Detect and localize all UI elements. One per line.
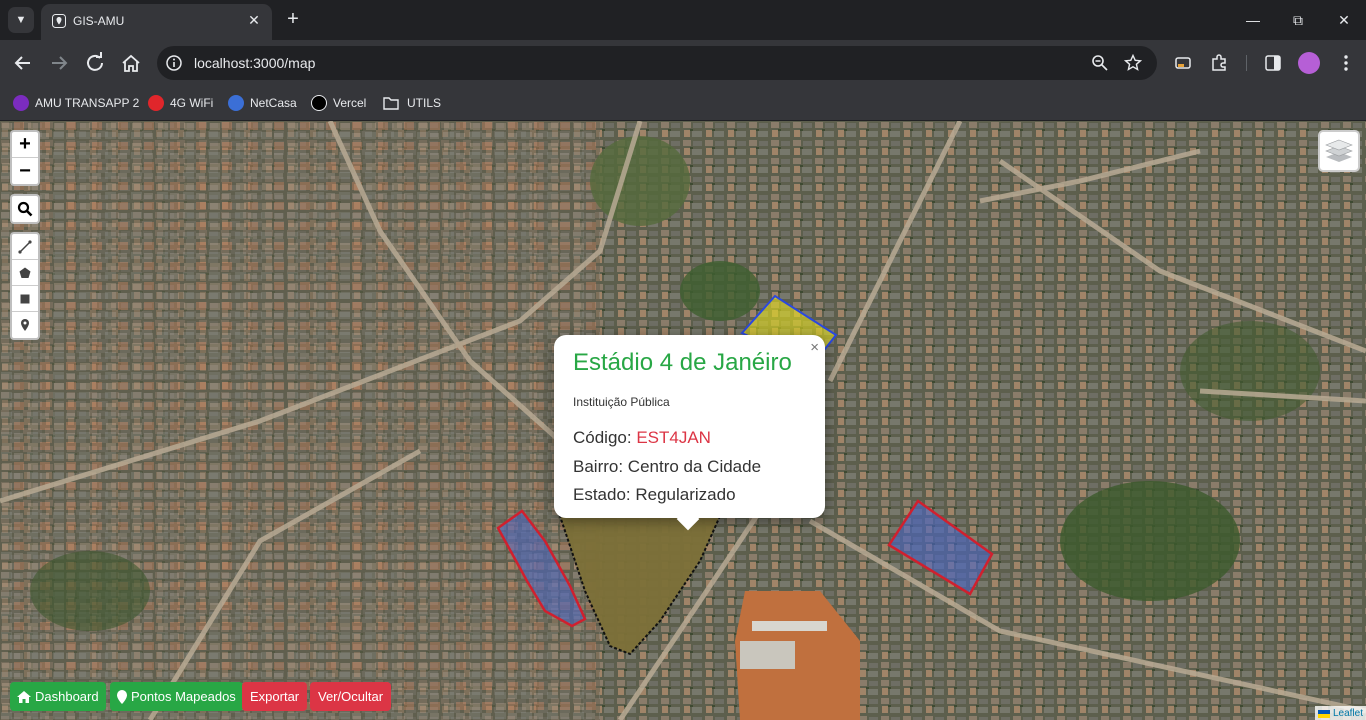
media-icon[interactable] [1173,53,1193,73]
bookmark-label: NetCasa [250,96,297,110]
polyline-icon [18,239,32,254]
menu-kebab-icon[interactable] [1336,53,1356,73]
folder-icon [383,97,399,110]
zoom-icon[interactable] [1091,54,1109,72]
netcasa-icon [228,95,244,111]
dashboard-button[interactable]: Dashboard [10,682,106,711]
bookmarks-bar: AMU TRANSAPP 2 4G WiFi NetCasa Vercel UT… [0,86,1366,121]
popup-code-value: EST4JAN [636,428,711,447]
profile-avatar[interactable] [1298,52,1320,74]
draw-polygon-button[interactable] [12,260,38,286]
ukraine-flag-icon [1317,709,1330,718]
popup-code-row: Código: EST4JAN [573,428,711,448]
chevron-down-icon: ▼ [15,14,27,26]
home-icon [17,690,31,703]
bookmark-star-icon[interactable] [1124,54,1142,72]
layers-icon [1325,139,1353,162]
feature-popup: × Estádio 4 de Janéiro Instituição Públi… [554,335,825,531]
huawei-icon [148,95,164,111]
pontos-mapeados-label: Pontos Mapeados [131,689,236,704]
bookmark-4g-wifi[interactable]: 4G WiFi [148,93,213,113]
popup-bairro-row: Bairro: Centro da Cidade [573,457,762,476]
draw-polyline-button[interactable] [12,234,38,260]
layers-control-button[interactable] [1318,130,1360,172]
polygon-icon [19,267,31,278]
leaflet-link[interactable]: Leaflet [1333,708,1363,719]
search-button[interactable] [12,196,38,222]
popup-title: Estádio 4 de Janéiro [573,349,792,376]
forward-arrow-icon[interactable] [47,52,71,74]
draw-rectangle-button[interactable] [12,286,38,312]
search-icon [17,201,33,217]
transapp-icon [13,95,29,111]
bookmark-label: Vercel [333,96,367,110]
map-view[interactable]: + − × Estádio 4 de Janéiro Instituição P… [0,121,1366,720]
draw-marker-button[interactable] [12,312,38,338]
window-close-icon[interactable]: ✕ [1329,8,1359,32]
popup-close-icon[interactable]: × [810,339,819,356]
map-pin-favicon-icon [52,14,66,28]
new-tab-icon[interactable]: + [283,8,303,30]
search-control [10,194,40,224]
tab-title: GIS-AMU [73,14,125,28]
restore-icon[interactable]: ⧉ [1283,8,1313,32]
toolbar-separator [1246,55,1247,71]
back-arrow-icon[interactable] [11,52,35,74]
popup-code-label: Código: [573,428,637,447]
minimize-icon[interactable]: — [1238,8,1268,32]
draw-toolbar [10,232,40,340]
popup-subtitle: Instituição Pública [573,395,670,409]
browser-toolbar: localhost:3000/map [0,40,1366,86]
ver-ocultar-button[interactable]: Ver/Ocultar [310,682,392,711]
address-bar[interactable]: localhost:3000/map [157,46,1157,80]
browser-tabstrip: ▼ GIS-AMU ✕ + — ⧉ ✕ [0,0,1366,40]
bookmark-label: AMU TRANSAPP 2 [35,96,140,110]
bookmark-amu-transapp[interactable]: AMU TRANSAPP 2 [13,93,139,113]
pontos-mapeados-button[interactable]: Pontos Mapeados [110,682,243,711]
marker-icon [21,319,29,331]
exportar-button[interactable]: Exportar [242,682,308,711]
bookmark-label: UTILS [407,96,442,110]
side-panel-icon[interactable] [1263,53,1283,73]
dashboard-label: Dashboard [35,689,99,704]
bookmark-vercel[interactable]: Vercel [311,93,366,113]
tab-search-button[interactable]: ▼ [8,7,34,33]
home-icon[interactable] [119,52,143,74]
bookmark-netcasa[interactable]: NetCasa [228,93,297,113]
vercel-icon [311,95,327,111]
popup-estado-row: Estado: Regularizado [573,485,736,504]
url-text: localhost:3000/map [194,55,316,71]
rectangle-icon [20,294,30,303]
bookmark-label: 4G WiFi [170,96,214,110]
zoom-in-button[interactable]: + [12,132,38,158]
site-info-icon[interactable] [165,54,183,72]
reload-icon[interactable] [83,52,107,74]
map-attribution: Leaflet [1314,706,1366,720]
extensions-puzzle-icon[interactable] [1209,53,1229,73]
map-marker-icon [117,689,127,704]
zoom-control: + − [10,130,40,186]
zoom-out-button[interactable]: − [12,158,38,184]
tab-close-icon[interactable]: ✕ [245,11,263,29]
browser-tab-active[interactable]: GIS-AMU ✕ [41,4,272,40]
bookmark-utils-folder[interactable]: UTILS [383,93,441,113]
